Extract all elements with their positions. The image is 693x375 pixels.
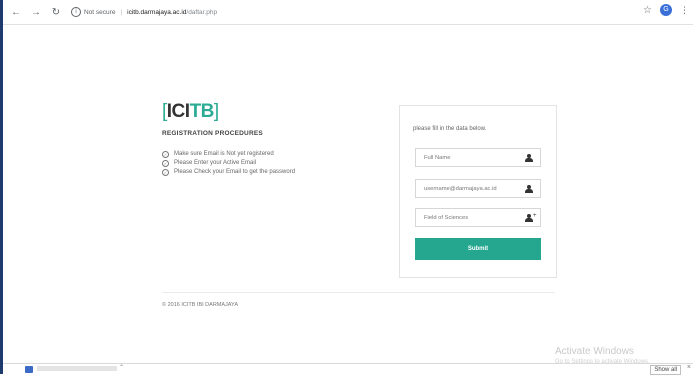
forward-icon[interactable]: → <box>29 3 43 21</box>
window-edge <box>0 0 3 374</box>
circle-check-icon: ✓ <box>162 160 169 167</box>
procedure-step-text: Make sure Email is Not yet registered <box>174 151 274 157</box>
bookmark-star-icon[interactable]: ☆ <box>643 5 652 16</box>
footer-copyright: © 2016 ICITB IBI DARMAJAYA <box>162 302 238 308</box>
back-icon[interactable]: ← <box>9 3 23 21</box>
form-intro: please fill in the data below. <box>413 126 487 132</box>
procedure-step: ✓ Please Check your Email to get the pass… <box>162 168 295 177</box>
user-icon <box>525 184 533 193</box>
email-placeholder: username@darmajaya.ac.id <box>424 185 497 192</box>
profile-avatar[interactable]: G <box>660 4 672 16</box>
footer-divider <box>162 292 555 293</box>
full-name-field[interactable]: Full Name <box>415 148 541 167</box>
full-name-placeholder: Full Name <box>424 154 451 161</box>
download-item[interactable] <box>37 366 117 371</box>
procedure-step-text: Please Enter your Active Email <box>174 160 257 166</box>
procedure-step-text: Please Check your Email to get the passw… <box>174 169 296 175</box>
procedures-title: REGISTRATION PROCEDURES <box>162 130 263 137</box>
field-of-sciences-field[interactable]: Field of Sciences + <box>415 208 541 227</box>
chevron-up-icon[interactable]: ⌃ <box>119 364 124 371</box>
procedure-step: ✓ Please Enter your Active Email <box>162 159 295 168</box>
logo-ici: ICI <box>166 101 190 122</box>
address-separator: | <box>120 8 123 16</box>
site-logo: [ICITB] <box>162 101 219 123</box>
close-icon[interactable]: × <box>687 364 691 371</box>
download-bar: ⌃ Show all × <box>3 363 693 375</box>
submit-button[interactable]: Submit <box>415 238 541 260</box>
logo-bracket-close: ] <box>213 101 219 122</box>
browser-toolbar: ← → ↻ i Not secure | icitb.darmajaya.ac.… <box>3 0 693 25</box>
reload-icon[interactable]: ↻ <box>49 3 63 21</box>
field-of-sciences-placeholder: Field of Sciences <box>424 214 469 221</box>
address-bar[interactable]: i Not secure | icitb.darmajaya.ac.id /da… <box>71 4 217 20</box>
circle-check-icon: ✓ <box>162 151 169 158</box>
logo-tb: TB <box>189 101 215 122</box>
procedure-step: ✓ Make sure Email is Not yet registered <box>162 150 295 159</box>
circle-check-icon: ✓ <box>162 169 169 176</box>
url-domain: icitb.darmajaya.ac.id <box>127 8 187 16</box>
email-field[interactable]: username@darmajaya.ac.id <box>415 179 541 198</box>
info-icon[interactable]: i <box>71 7 81 17</box>
security-label: Not secure <box>84 8 116 16</box>
activation-watermark: Activate Windows <box>555 346 634 357</box>
procedures-list: ✓ Make sure Email is Not yet registered ✓… <box>162 150 295 177</box>
url-path: /daftar.php <box>186 8 218 16</box>
user-add-icon: + <box>525 213 537 222</box>
registration-form: please fill in the data below. Full Name… <box>399 105 557 278</box>
download-file-icon[interactable] <box>25 366 33 373</box>
menu-icon[interactable]: ⋮ <box>680 5 689 16</box>
user-icon <box>525 153 533 162</box>
